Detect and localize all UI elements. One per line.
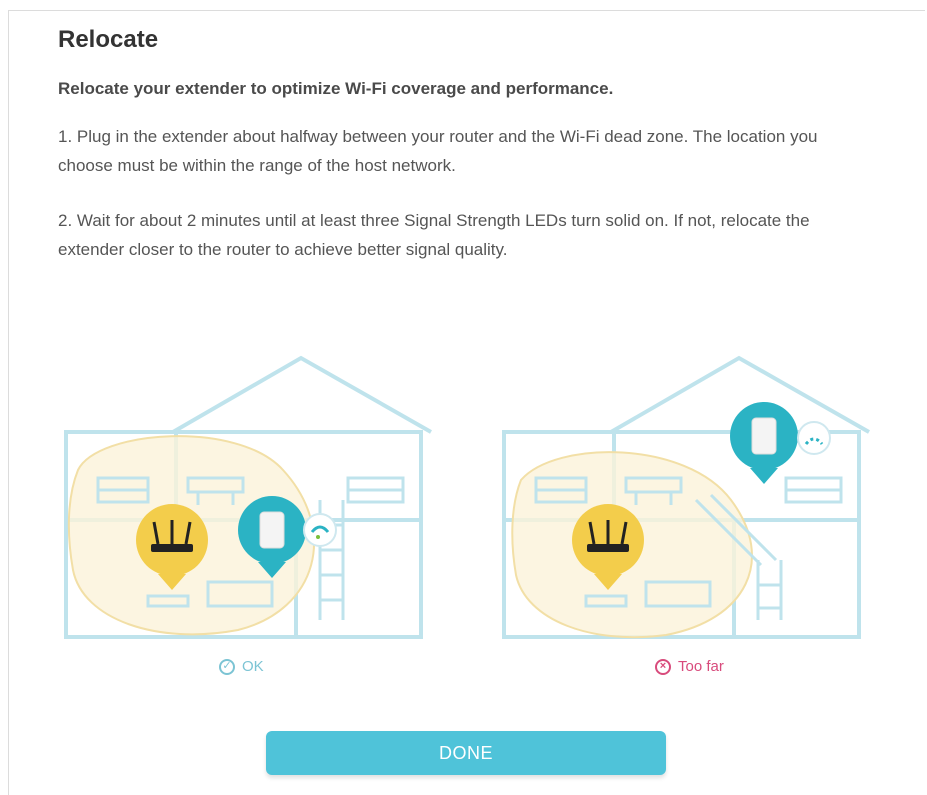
status-too-far-label: Too far	[678, 658, 724, 675]
dialog-subtitle: Relocate your extender to optimize Wi-Fi…	[58, 79, 614, 98]
check-circle-icon: ✓	[219, 658, 235, 675]
x-circle-icon: ×	[655, 658, 671, 675]
house-illustration-ok	[64, 355, 432, 639]
status-too-far: × Too far	[655, 658, 724, 675]
status-ok-label: OK	[242, 658, 264, 675]
house-illustration-too-far	[502, 355, 870, 639]
step-1-text: 1. Plug in the extender about halfway be…	[58, 127, 818, 175]
status-ok: ✓ OK	[219, 658, 264, 675]
extender-icon	[730, 402, 831, 484]
done-button[interactable]: DONE	[266, 731, 666, 775]
dialog-title: Relocate	[58, 26, 159, 53]
step-2-text: 2. Wait for about 2 minutes until at lea…	[58, 211, 810, 259]
